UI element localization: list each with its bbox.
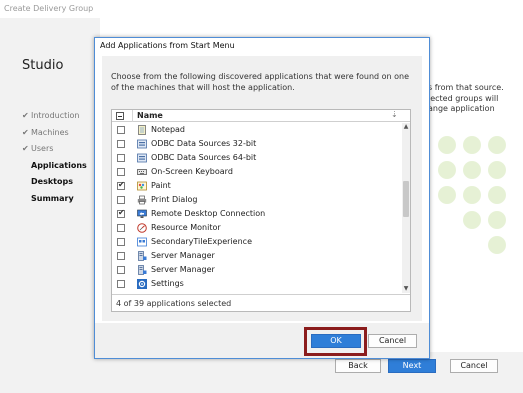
list-scrollbar[interactable]: ▲ ▼ [402,123,410,293]
back-button[interactable]: Back [335,359,381,373]
server-manager-icon [137,251,147,261]
item-name: Resource Monitor [151,223,221,232]
printer-icon [137,195,147,205]
cancel-button[interactable]: Cancel [450,359,498,373]
item-name: SecondaryTileExperience [151,237,252,246]
scroll-up-icon[interactable]: ▲ [402,123,410,131]
name-column-header[interactable]: Name [137,111,163,120]
add-applications-dialog: Add Applications from Start Menu Choose … [94,37,430,359]
notepad-icon [137,125,147,135]
item-checkbox[interactable] [117,140,125,148]
item-name: ODBC Data Sources 64-bit [151,153,257,162]
step-introduction[interactable]: ✔ Introduction [22,108,87,125]
ok-highlight-box [304,327,367,356]
partial-description: s from that source. lected groups will a… [428,83,504,113]
scroll-down-icon[interactable]: ▼ [402,285,410,293]
item-checkbox[interactable] [117,168,125,176]
tile-icon [137,237,147,247]
item-name: Print Dialog [151,195,198,204]
check-icon: ✔ [22,127,29,137]
item-name: Remote Desktop Connection [151,209,266,218]
window-title: Create Delivery Group [0,0,523,18]
list-header: Name ⇣ [112,110,410,122]
server-manager-icon [137,265,147,275]
list-item[interactable]: On-Screen Keyboard [112,165,402,179]
step-users[interactable]: ✔ Users [22,141,87,158]
list-item[interactable]: Print Dialog [112,193,402,207]
item-name: ODBC Data Sources 32-bit [151,139,257,148]
check-icon: ✔ [22,144,29,153]
list-item[interactable]: Paint [112,179,402,193]
step-summary[interactable]: Summary [22,191,87,208]
select-all-checkbox[interactable] [116,112,124,120]
citrix-watermark-icon [438,136,506,254]
scroll-thumb[interactable] [403,181,409,217]
item-name: Notepad [151,125,185,134]
list-item[interactable]: Resource Monitor [112,221,402,235]
remote-desktop-icon [137,209,147,219]
dialog-body: Choose from the following discovered app… [102,56,422,321]
selection-status-bar: 4 of 39 applications selected [112,294,410,311]
settings-icon [137,279,147,289]
list-item[interactable]: ODBC Data Sources 32-bit [112,137,402,151]
list-item[interactable]: Server Manager [112,263,402,277]
list-item[interactable]: ODBC Data Sources 64-bit [112,151,402,165]
dialog-title: Add Applications from Start Menu [100,41,235,50]
item-checkbox[interactable] [117,266,125,274]
item-checkbox[interactable] [117,154,125,162]
list-item[interactable]: Server Manager [112,249,402,263]
next-button[interactable]: Next [388,359,436,373]
step-machines[interactable]: ✔ Machines [22,125,87,142]
application-list: Name ⇣ Notepad ODBC Data Sources 32-bit OD… [111,109,411,312]
list-item[interactable]: Settings [112,277,402,291]
check-icon: ✔ [22,111,29,120]
keyboard-icon [137,167,147,177]
column-pin-icon[interactable]: ⇣ [391,110,398,119]
item-checkbox[interactable] [117,126,125,134]
item-checkbox[interactable] [117,224,125,232]
dialog-cancel-button[interactable]: Cancel [368,334,417,348]
item-checkbox[interactable] [117,180,125,190]
resource-monitor-icon [137,223,147,233]
item-name: Settings [151,279,184,288]
list-rows: Notepad ODBC Data Sources 32-bit ODBC Data… [112,123,402,293]
wizard-steps: ✔ Introduction ✔ Machines ✔ Users Applicati… [22,108,87,207]
odbc-icon [137,139,147,149]
item-name: Server Manager [151,265,215,274]
paint-icon [137,181,147,191]
item-name: Server Manager [151,251,215,260]
list-item[interactable]: Notepad [112,123,402,137]
list-item[interactable]: Remote Desktop Connection [112,207,402,221]
step-desktops[interactable]: Desktops [22,174,87,191]
item-name: On-Screen Keyboard [151,167,233,176]
item-checkbox[interactable] [117,196,125,204]
item-checkbox[interactable] [117,238,125,246]
studio-heading: Studio [22,58,64,73]
item-name: Paint [151,181,171,190]
item-checkbox[interactable] [117,252,125,260]
item-checkbox[interactable] [117,208,125,218]
odbc-icon [137,153,147,163]
dialog-description: Choose from the following discovered app… [111,72,410,92]
item-checkbox[interactable] [117,280,125,288]
list-item[interactable]: SecondaryTileExperience [112,235,402,249]
selection-status: 4 of 39 applications selected [116,299,232,308]
step-applications[interactable]: Applications [22,158,87,175]
